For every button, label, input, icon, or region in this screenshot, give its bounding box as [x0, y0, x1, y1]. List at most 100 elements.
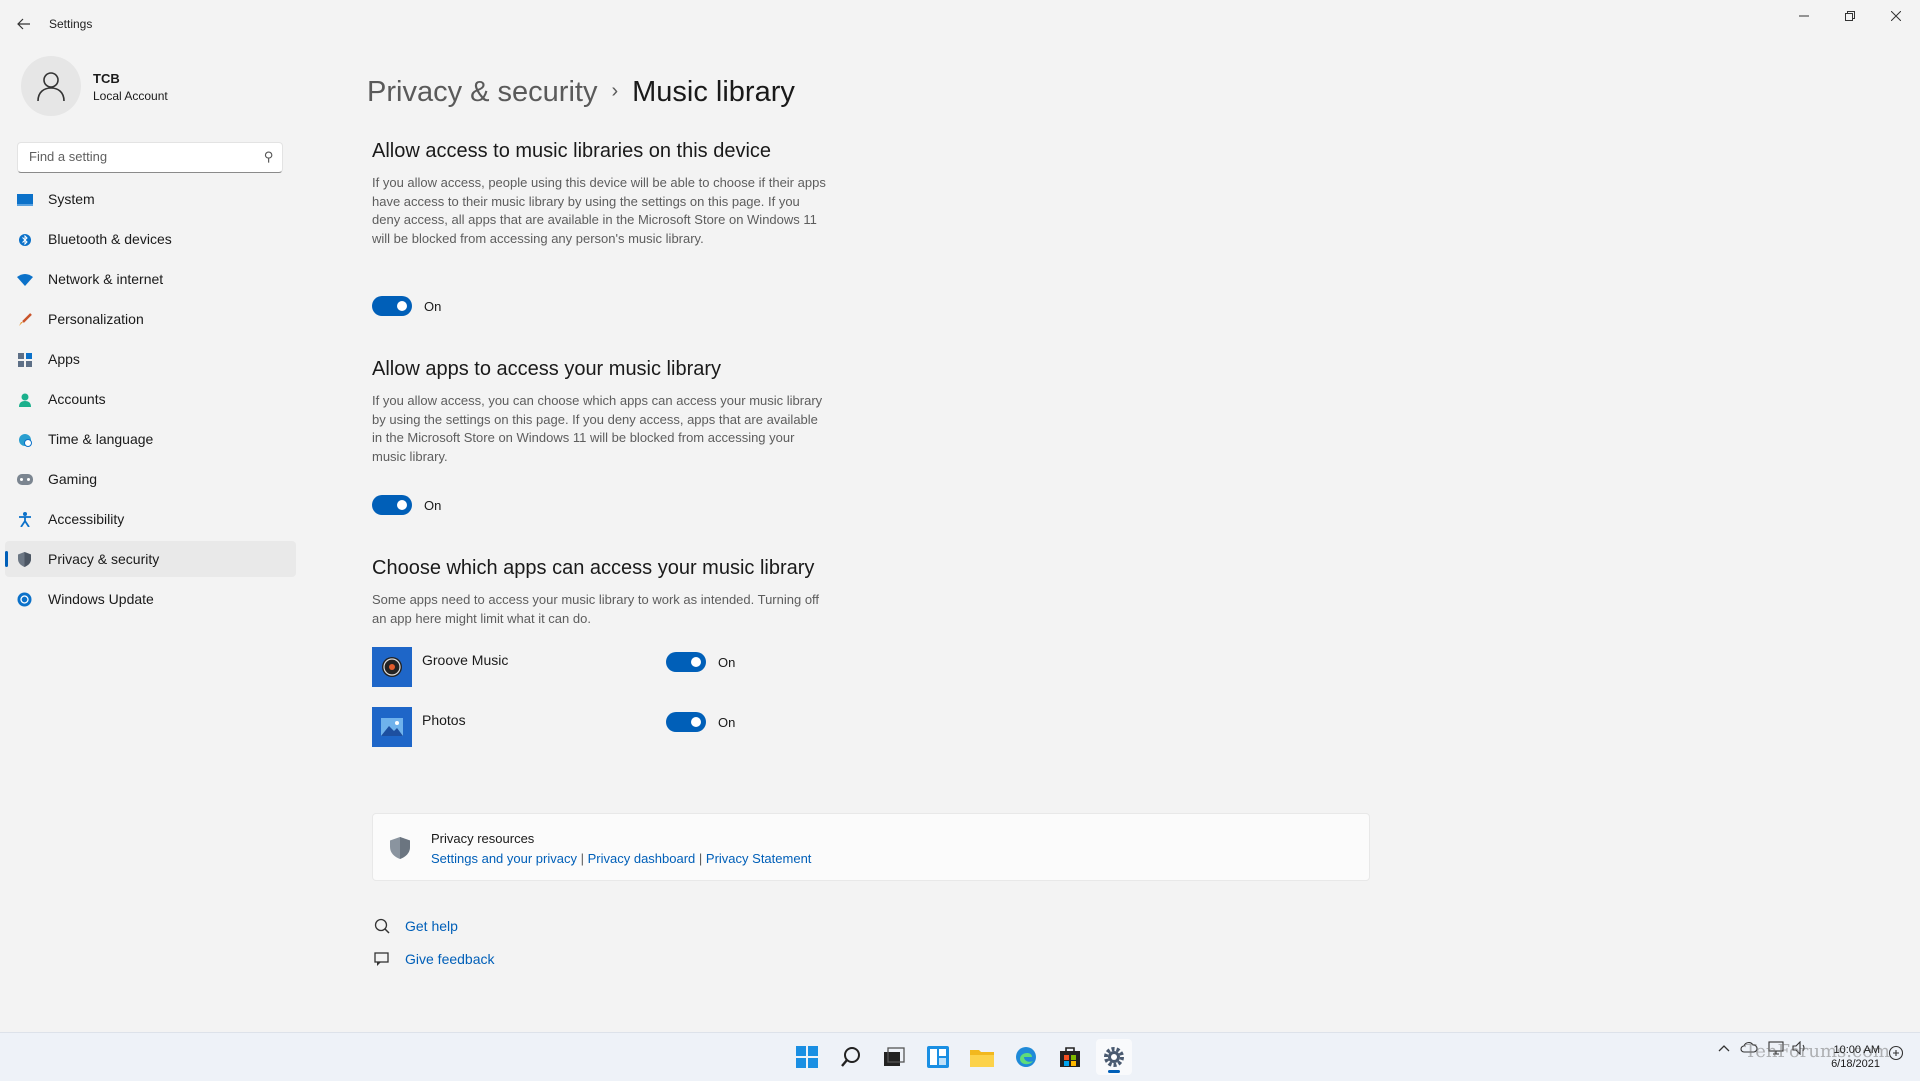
- windows-logo-icon: [796, 1046, 818, 1068]
- get-help-row: Get help: [372, 916, 458, 936]
- toggle-state-label: On: [718, 714, 736, 730]
- microsoft-store-button[interactable]: [1052, 1039, 1088, 1075]
- breadcrumb: Privacy & security › Music library: [367, 76, 795, 109]
- sidebar-item-label: Windows Update: [48, 591, 154, 607]
- sidebar-item-label: Accessibility: [48, 511, 125, 527]
- store-icon: [1060, 1047, 1080, 1067]
- section-title-device-access: Allow access to music libraries on this …: [372, 140, 772, 162]
- taskbar-search-button[interactable]: [833, 1039, 869, 1075]
- shield-icon: [389, 836, 411, 860]
- sidebar-item-label: Network & internet: [48, 271, 164, 287]
- sidebar-item-label: Time & language: [48, 431, 154, 447]
- task-view-button[interactable]: [876, 1039, 912, 1075]
- sidebar-item-privacy-security[interactable]: Privacy & security: [5, 541, 296, 577]
- gamepad-icon: [16, 471, 33, 488]
- app-name: Photos: [422, 712, 466, 728]
- sidebar-item-label: Apps: [48, 351, 80, 367]
- sidebar-nav: System Bluetooth & devices Network & int…: [5, 181, 296, 621]
- accessibility-icon: [16, 511, 33, 528]
- notification-icon[interactable]: [1888, 1045, 1904, 1064]
- breadcrumb-parent[interactable]: Privacy & security: [367, 76, 597, 108]
- sidebar-item-gaming[interactable]: Gaming: [5, 461, 296, 497]
- start-button[interactable]: [789, 1039, 825, 1075]
- search-icon: [841, 1047, 860, 1067]
- avatar: [21, 56, 81, 116]
- clock-time: 10:00 AM: [1833, 1044, 1880, 1056]
- person-icon: [16, 391, 33, 408]
- section-description-app-access: If you allow access, you can choose whic…: [372, 393, 823, 464]
- give-feedback-link[interactable]: Give feedback: [405, 951, 495, 967]
- shield-icon: [16, 551, 33, 568]
- photos-toggle[interactable]: [666, 712, 706, 732]
- folder-icon: [970, 1050, 994, 1067]
- device-access-toggle[interactable]: [372, 296, 412, 316]
- arrow-left-icon: [17, 18, 30, 30]
- globe-clock-icon: [16, 431, 33, 448]
- link-settings-and-your-privacy[interactable]: Settings and your privacy: [431, 851, 577, 866]
- profile-account-type: Local Account: [93, 89, 168, 103]
- taskbar: TenForums.com 10:00 AM 6/18/2021: [0, 1032, 1920, 1081]
- search-input[interactable]: [27, 148, 251, 165]
- widgets-icon: [927, 1046, 949, 1068]
- sidebar-item-network[interactable]: Network & internet: [5, 261, 296, 297]
- sidebar-item-personalization[interactable]: Personalization: [5, 301, 296, 337]
- user-profile[interactable]: TCB Local Account: [21, 56, 301, 120]
- get-help-link[interactable]: Get help: [405, 918, 458, 934]
- section-title-choose-apps: Choose which apps can access your music …: [372, 557, 815, 579]
- groove-music-toggle-row: On: [666, 652, 735, 672]
- apps-icon: [16, 351, 33, 368]
- close-icon: [1891, 11, 1901, 21]
- section-description-choose-apps: Some apps need to access your music libr…: [372, 592, 820, 626]
- toggle-state-label: On: [424, 298, 442, 314]
- file-explorer-button[interactable]: [964, 1039, 1000, 1075]
- toggle-state-label: On: [424, 497, 442, 513]
- groove-music-toggle[interactable]: [666, 652, 706, 672]
- privacy-resources-card: Privacy resources Settings and your priv…: [372, 813, 1370, 881]
- restore-button[interactable]: [1827, 0, 1873, 32]
- help-chat-icon: [372, 916, 392, 936]
- wifi-icon: [16, 271, 33, 288]
- sidebar-item-label: Bluetooth & devices: [48, 231, 172, 247]
- link-separator: |: [580, 851, 584, 866]
- chevron-up-icon[interactable]: [1718, 1041, 1730, 1055]
- photos-icon: [372, 707, 412, 747]
- update-icon: [16, 591, 33, 608]
- section-description-device-access: If you allow access, people using this d…: [372, 175, 826, 246]
- search-icon[interactable]: ⚲: [264, 149, 274, 165]
- minimize-button[interactable]: [1781, 0, 1827, 32]
- sidebar-item-label: Gaming: [48, 471, 98, 487]
- privacy-resources-title: Privacy resources: [431, 831, 535, 846]
- sidebar-item-system[interactable]: System: [5, 181, 296, 217]
- sidebar-item-accounts[interactable]: Accounts: [5, 381, 296, 417]
- section-title-app-access: Allow apps to access your music library: [372, 358, 722, 380]
- chevron-right-icon: ›: [611, 80, 619, 102]
- link-privacy-dashboard[interactable]: Privacy dashboard: [588, 851, 696, 866]
- app-name: Groove Music: [422, 652, 509, 668]
- sidebar-item-label: Personalization: [48, 311, 144, 327]
- taskbar-clock[interactable]: 10:00 AM 6/18/2021: [1831, 1043, 1880, 1071]
- sidebar-item-windows-update[interactable]: Windows Update: [5, 581, 296, 617]
- feedback-icon: [372, 949, 392, 969]
- person-avatar-icon: [37, 72, 65, 102]
- profile-name: TCB: [93, 71, 120, 86]
- sidebar-item-accessibility[interactable]: Accessibility: [5, 501, 296, 537]
- link-privacy-statement[interactable]: Privacy Statement: [706, 851, 812, 866]
- app-row-groove-music: Groove Music On: [372, 647, 752, 687]
- app-access-toggle[interactable]: [372, 495, 412, 515]
- gear-icon: [1104, 1047, 1124, 1067]
- bluetooth-icon: [16, 231, 33, 248]
- brush-icon: [16, 311, 33, 328]
- widgets-button[interactable]: [920, 1039, 956, 1075]
- page-title: Music library: [632, 76, 795, 108]
- search-box[interactable]: ⚲: [17, 142, 283, 173]
- back-button[interactable]: [12, 10, 36, 38]
- sidebar-item-apps[interactable]: Apps: [5, 341, 296, 377]
- active-app-indicator: [1108, 1070, 1120, 1073]
- groove-music-icon: [372, 647, 412, 687]
- close-button[interactable]: [1873, 0, 1919, 32]
- settings-taskbar-button[interactable]: [1096, 1039, 1132, 1075]
- edge-browser-button[interactable]: [1008, 1039, 1044, 1075]
- title-bar: Settings: [0, 0, 1920, 48]
- sidebar-item-bluetooth[interactable]: Bluetooth & devices: [5, 221, 296, 257]
- sidebar-item-time-language[interactable]: Time & language: [5, 421, 296, 457]
